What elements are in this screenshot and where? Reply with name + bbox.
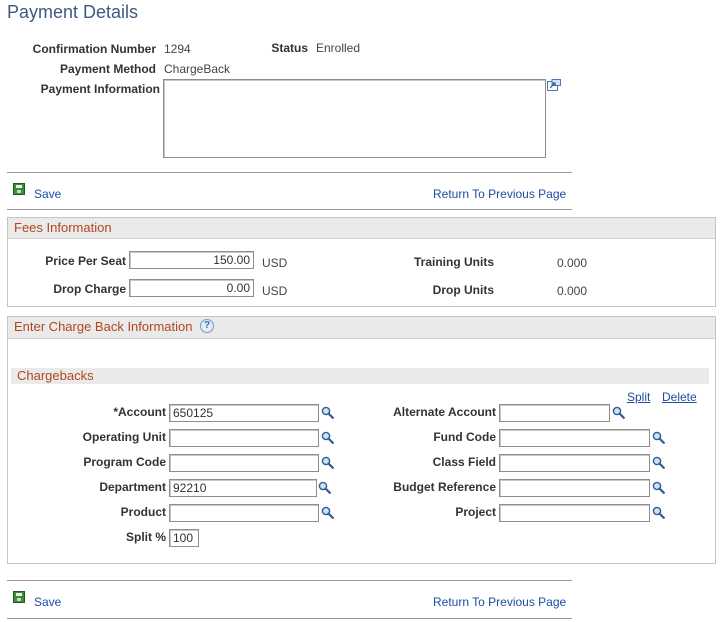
project-label: Project xyxy=(455,505,496,519)
payment-method-value: ChargeBack xyxy=(164,62,231,76)
split-percent-input[interactable]: 100 xyxy=(169,529,199,547)
program-code-input[interactable] xyxy=(169,454,319,472)
fees-information-header: Fees Information xyxy=(8,218,715,239)
chargebacks-subheader: Chargebacks xyxy=(11,368,709,384)
fund-code-input[interactable] xyxy=(499,429,650,447)
class-field-input[interactable] xyxy=(499,454,650,472)
operating-unit-input[interactable] xyxy=(169,429,319,447)
operating-unit-lookup-icon[interactable] xyxy=(321,431,334,444)
price-per-seat-label: Price Per Seat xyxy=(45,254,126,268)
split-link[interactable]: Split xyxy=(627,390,650,404)
fund-code-lookup-icon[interactable] xyxy=(652,431,665,444)
product-lookup-icon[interactable] xyxy=(321,506,334,519)
status-value: Enrolled xyxy=(316,41,361,55)
department-label: Department xyxy=(99,480,166,494)
drop-charge-input[interactable]: 0.00 xyxy=(129,279,254,297)
program-code-lookup-icon[interactable] xyxy=(321,456,334,469)
payment-method-label: Payment Method xyxy=(59,62,156,76)
bottom-separator xyxy=(7,580,572,581)
toolbar-separator-bottom xyxy=(7,618,572,619)
program-code-label: Program Code xyxy=(83,455,166,469)
price-currency: USD xyxy=(262,256,288,270)
expand-icon[interactable] xyxy=(547,79,561,91)
drop-charge-currency: USD xyxy=(262,284,288,298)
alternate-account-label: Alternate Account xyxy=(393,405,496,419)
account-lookup-icon[interactable] xyxy=(321,406,334,419)
split-percent-label: Split % xyxy=(125,530,166,544)
class-field-label: Class Field xyxy=(432,455,496,469)
product-input[interactable] xyxy=(169,504,319,522)
chargeback-header: Enter Charge Back Information xyxy=(8,317,715,339)
fund-code-label: Fund Code xyxy=(433,430,496,444)
return-to-previous-page-link-bottom[interactable]: Return To Previous Page xyxy=(433,595,566,609)
top-separator xyxy=(7,172,572,173)
department-input[interactable]: 92210 xyxy=(169,479,317,497)
save-icon[interactable] xyxy=(13,183,25,195)
training-units-value: 0.000 xyxy=(557,256,588,270)
status-label: Status xyxy=(271,41,308,55)
payment-information-textarea[interactable] xyxy=(163,79,546,158)
save-button-top[interactable]: Save xyxy=(34,187,61,201)
save-button-bottom[interactable]: Save xyxy=(34,595,61,609)
product-label: Product xyxy=(120,505,166,519)
alternate-account-input[interactable] xyxy=(499,404,610,422)
toolbar-separator-top xyxy=(7,209,572,210)
drop-units-label: Drop Units xyxy=(432,283,494,297)
page-title: Payment Details xyxy=(7,2,139,22)
project-lookup-icon[interactable] xyxy=(652,506,665,519)
payment-information-label: Payment Information xyxy=(40,82,160,96)
budget-reference-lookup-icon[interactable] xyxy=(652,481,665,494)
account-label: *Account xyxy=(113,405,166,419)
operating-unit-label: Operating Unit xyxy=(82,430,166,444)
help-icon[interactable]: ? xyxy=(200,319,214,333)
budget-reference-input[interactable] xyxy=(499,479,650,497)
alternate-account-lookup-icon[interactable] xyxy=(612,406,625,419)
project-input[interactable] xyxy=(499,504,650,522)
class-field-lookup-icon[interactable] xyxy=(652,456,665,469)
confirmation-number-value: 1294 xyxy=(164,42,191,56)
training-units-label: Training Units xyxy=(413,255,494,269)
drop-charge-label: Drop Charge xyxy=(53,282,126,296)
drop-units-value: 0.000 xyxy=(557,284,588,298)
delete-link[interactable]: Delete xyxy=(662,390,697,404)
budget-reference-label: Budget Reference xyxy=(393,480,496,494)
save-icon-bottom[interactable] xyxy=(13,591,25,603)
department-lookup-icon[interactable] xyxy=(318,481,331,494)
confirmation-number-label: Confirmation Number xyxy=(32,42,156,56)
chargeback-header-title: Enter Charge Back Information xyxy=(14,319,193,334)
price-per-seat-input[interactable]: 150.00 xyxy=(129,251,254,269)
return-to-previous-page-link-top[interactable]: Return To Previous Page xyxy=(433,187,566,201)
account-input[interactable]: 650125 xyxy=(169,404,319,422)
